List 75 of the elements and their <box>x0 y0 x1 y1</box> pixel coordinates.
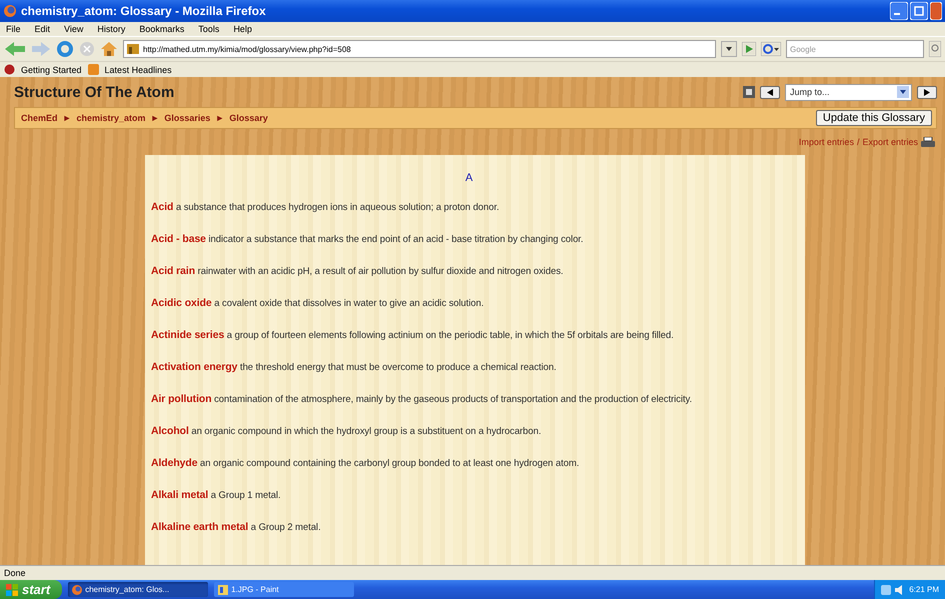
menu-item[interactable]: File <box>6 24 21 34</box>
menu-item[interactable]: History <box>97 24 126 34</box>
glossary-term[interactable]: Activation energy <box>151 361 238 373</box>
back-icon[interactable] <box>4 41 26 57</box>
clock: 6:21 PM <box>909 585 939 594</box>
feed-icon <box>88 64 99 75</box>
glossary-term[interactable]: Alkali metal <box>151 489 208 501</box>
site-icon <box>127 44 139 54</box>
glossary-definition: the threshold energy that must be overcome to produce a chemical reaction. <box>240 362 556 373</box>
glossary-term[interactable]: Alcohol <box>151 425 189 437</box>
menu-item[interactable]: View <box>64 24 84 34</box>
glossary-definition: an organic compound in which the hydroxyl group is a substituent on a hydrocarbon. <box>191 426 542 437</box>
glossary-term[interactable]: Alkaline earth metal <box>151 521 248 533</box>
letter-heading: A <box>465 172 473 184</box>
history-dropdown-button[interactable] <box>721 41 737 57</box>
glossary-definition: a Group 1 metal. <box>210 490 281 501</box>
next-button[interactable] <box>917 86 937 98</box>
firefox-icon <box>3 4 17 18</box>
glossary-term[interactable]: Acidic oxide <box>151 297 212 309</box>
taskbar-button[interactable]: chemistry_atom: Glos... <box>68 582 208 597</box>
previous-button[interactable] <box>760 86 780 98</box>
breadcrumb-link[interactable]: ChemEd <box>21 113 58 123</box>
status-bar: Done <box>0 565 945 580</box>
breadcrumb-separator: ► <box>62 113 72 123</box>
dropdown-icon <box>726 47 732 51</box>
page-heading: Structure Of The Atom <box>14 84 176 100</box>
breadcrumb-link[interactable]: chemistry_atom <box>76 113 146 123</box>
left-arrow-icon <box>767 88 773 96</box>
go-icon[interactable] <box>742 42 756 56</box>
breadcrumb-separator: ► <box>150 113 160 123</box>
address-field[interactable]: http://mathed.utm.my/kimia/mod/glossary/view.php?id=508 <box>123 40 716 58</box>
glossary-term[interactable]: Acid rain <box>151 265 196 277</box>
close-icon[interactable] <box>930 2 942 20</box>
printer-icon[interactable] <box>921 136 935 148</box>
import-link[interactable]: Import entries <box>798 137 854 147</box>
link-separator: / <box>856 137 860 147</box>
breadcrumb-link[interactable]: Glossaries <box>164 113 210 123</box>
windows-logo-icon <box>6 584 18 596</box>
start-button[interactable]: start <box>0 580 62 599</box>
menu-item[interactable]: Help <box>233 24 252 34</box>
glossary-term[interactable]: Air pollution <box>151 393 212 405</box>
bookmark-link[interactable]: Latest Headlines <box>104 64 172 74</box>
window-title: chemistry_atom: Glossary - Mozilla Firefox <box>21 4 267 18</box>
firefox-icon <box>72 584 82 594</box>
glossary-definition: a group of fourteen elements following actinium on the periodic table, in which the 5f orbitals are being filled. <box>226 330 674 341</box>
search-field[interactable]: Google <box>786 40 924 58</box>
glossary-term[interactable]: Acid <box>151 201 174 213</box>
glossary-definition: a covalent oxide that dissolves in water to give an acidic solution. <box>214 298 484 309</box>
glossary-definition: a Group 2 metal. <box>250 522 321 533</box>
paint-icon <box>218 584 228 594</box>
update-glossary-button[interactable]: Update this Glossary <box>816 110 932 126</box>
glossary-definition: indicator a substance that marks the end point of an acid - base titration by changing color. <box>208 234 584 245</box>
bookmark-icon <box>4 64 15 75</box>
breadcrumb-link[interactable]: Glossary <box>229 113 268 123</box>
export-link[interactable]: Export entries <box>862 137 918 147</box>
glossary-term[interactable]: Acid - base <box>151 233 206 245</box>
taskbar-button[interactable]: 1.JPG - Paint <box>214 582 354 597</box>
breadcrumb-separator: ► <box>215 113 224 123</box>
glossary-definition: contamination of the atmosphere, mainly by the gaseous products of transportation and the production of electricity. <box>214 394 692 405</box>
glossary-definition: a substance that produces hydrogen ions in aqueous solution; a proton donor. <box>176 202 500 213</box>
search-engine-icon[interactable] <box>761 42 781 56</box>
glossary-definition: an organic compound containing the carbonyl group bonded to at least one hydrogen atom. <box>200 458 580 469</box>
bookmark-link[interactable]: Getting Started <box>21 64 82 74</box>
menu-item[interactable]: Bookmarks <box>139 24 184 34</box>
glossary-term[interactable]: Aldehyde <box>151 457 198 469</box>
menu-item[interactable]: Edit <box>34 24 50 34</box>
jump-to-dropdown[interactable]: Jump to... <box>785 84 912 100</box>
dropdown-icon <box>897 86 909 98</box>
glossary-term[interactable]: Actinide series <box>151 329 224 341</box>
glossary-definition: rainwater with an acidic pH, a result of air pollution by sulfur dioxide and nitrogen oxides. <box>198 266 564 277</box>
right-arrow-icon <box>924 88 930 96</box>
maximize-icon[interactable] <box>910 2 928 20</box>
menu-item[interactable]: Tools <box>198 24 220 34</box>
home-icon[interactable] <box>100 41 118 57</box>
minimize-icon[interactable] <box>890 2 908 20</box>
